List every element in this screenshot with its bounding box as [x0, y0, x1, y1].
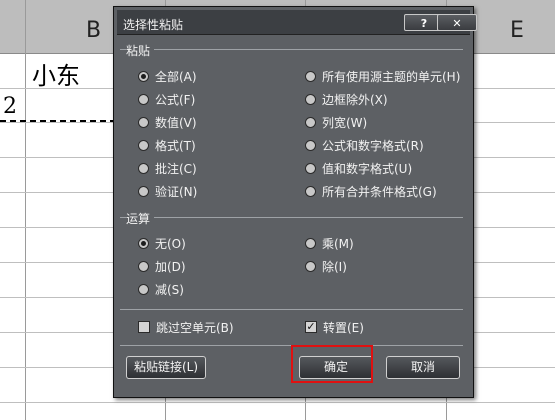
- option-label: 数值(V): [155, 115, 197, 130]
- radio-icon: [305, 70, 316, 82]
- radio-icon: [138, 237, 149, 249]
- copy-marquee: [0, 120, 116, 122]
- paste-option-all[interactable]: 全部(A): [138, 67, 197, 85]
- option-label: 除(I): [322, 259, 347, 274]
- dialog-title: 选择性粘贴: [123, 18, 184, 32]
- paste-section-divider: [120, 49, 463, 50]
- option-label: 加(D): [155, 259, 186, 274]
- operation-option-divide[interactable]: 除(I): [305, 257, 347, 275]
- grid-line: [25, 0, 26, 420]
- operation-option-none[interactable]: 无(O): [138, 234, 186, 252]
- ok-button-highlight: [291, 345, 373, 383]
- radio-icon: [138, 116, 149, 128]
- paste-option-merge-conditional[interactable]: 所有合并条件格式(G): [305, 182, 437, 200]
- radio-icon: [305, 237, 316, 249]
- radio-icon: [305, 260, 316, 272]
- radio-icon: [138, 162, 149, 174]
- cell-b1[interactable]: 小东: [32, 56, 80, 91]
- paste-option-no-borders[interactable]: 边框除外(X): [305, 90, 388, 108]
- operation-section-label: 运算: [126, 210, 155, 227]
- paste-option-source-theme[interactable]: 所有使用源主题的单元(H): [305, 67, 460, 85]
- column-header-b[interactable]: B: [86, 18, 101, 43]
- column-header-e[interactable]: E: [510, 18, 524, 43]
- option-label: 无(O): [155, 236, 186, 251]
- option-label: 列宽(W): [322, 115, 368, 130]
- radio-icon: [138, 283, 149, 295]
- option-label: 所有使用源主题的单元(H): [322, 69, 461, 84]
- option-label: 乘(M): [322, 236, 354, 251]
- option-label: 公式(F): [155, 92, 196, 107]
- checkmark-icon: ✓: [305, 320, 317, 333]
- operation-section-divider: [120, 217, 463, 218]
- operation-option-multiply[interactable]: 乘(M): [305, 234, 354, 252]
- radio-icon: [138, 185, 149, 197]
- option-label: 边框除外(X): [322, 92, 388, 107]
- option-label: 跳过空单元(B): [156, 320, 234, 335]
- radio-icon: [138, 260, 149, 272]
- paste-option-values-number-formats[interactable]: 值和数字格式(U): [305, 159, 412, 177]
- option-label: 值和数字格式(U): [322, 161, 413, 176]
- option-label: 公式和数字格式(R): [322, 138, 424, 153]
- option-label: 减(S): [155, 282, 184, 297]
- radio-icon: [305, 162, 316, 174]
- options-divider: [120, 309, 463, 310]
- paste-option-column-widths[interactable]: 列宽(W): [305, 113, 367, 131]
- paste-option-formats[interactable]: 格式(T): [138, 136, 196, 154]
- cell-a2[interactable]: 2: [3, 94, 17, 119]
- radio-icon: [305, 139, 316, 151]
- cancel-button[interactable]: 取消: [386, 356, 460, 379]
- paste-option-comments[interactable]: 批注(C): [138, 159, 197, 177]
- operation-option-add[interactable]: 加(D): [138, 257, 186, 275]
- option-label: 转置(E): [323, 320, 364, 335]
- skip-blanks-checkbox[interactable]: 跳过空单元(B): [138, 318, 234, 336]
- radio-icon: [305, 116, 316, 128]
- paste-special-dialog: 选择性粘贴 ? ✕ 粘贴 全部(A) 公式(F) 数值(V) 格式(T) 批注(…: [113, 6, 477, 398]
- option-label: 格式(T): [155, 138, 196, 153]
- close-button[interactable]: ✕: [437, 14, 477, 31]
- radio-icon: [138, 70, 149, 82]
- paste-option-values[interactable]: 数值(V): [138, 113, 197, 131]
- radio-icon: [138, 93, 149, 105]
- option-label: 验证(N): [155, 184, 198, 199]
- radio-icon: [305, 93, 316, 105]
- option-label: 所有合并条件格式(G): [322, 184, 437, 199]
- dialog-titlebar[interactable]: 选择性粘贴 ? ✕: [117, 10, 477, 35]
- checkbox-icon: [138, 321, 150, 333]
- close-icon: ✕: [452, 17, 462, 30]
- option-label: 批注(C): [155, 161, 197, 176]
- paste-option-formulas[interactable]: 公式(F): [138, 90, 195, 108]
- paste-link-button[interactable]: 粘贴链接(L): [126, 356, 206, 379]
- paste-section-label: 粘贴: [126, 42, 155, 59]
- radio-icon: [138, 139, 149, 151]
- transpose-checkbox[interactable]: ✓ 转置(E): [305, 318, 364, 336]
- paste-option-validation[interactable]: 验证(N): [138, 182, 197, 200]
- paste-option-formulas-number-formats[interactable]: 公式和数字格式(R): [305, 136, 424, 154]
- option-label: 全部(A): [155, 69, 197, 84]
- grid-line: [0, 402, 555, 403]
- operation-option-subtract[interactable]: 减(S): [138, 280, 184, 298]
- radio-icon: [305, 185, 316, 197]
